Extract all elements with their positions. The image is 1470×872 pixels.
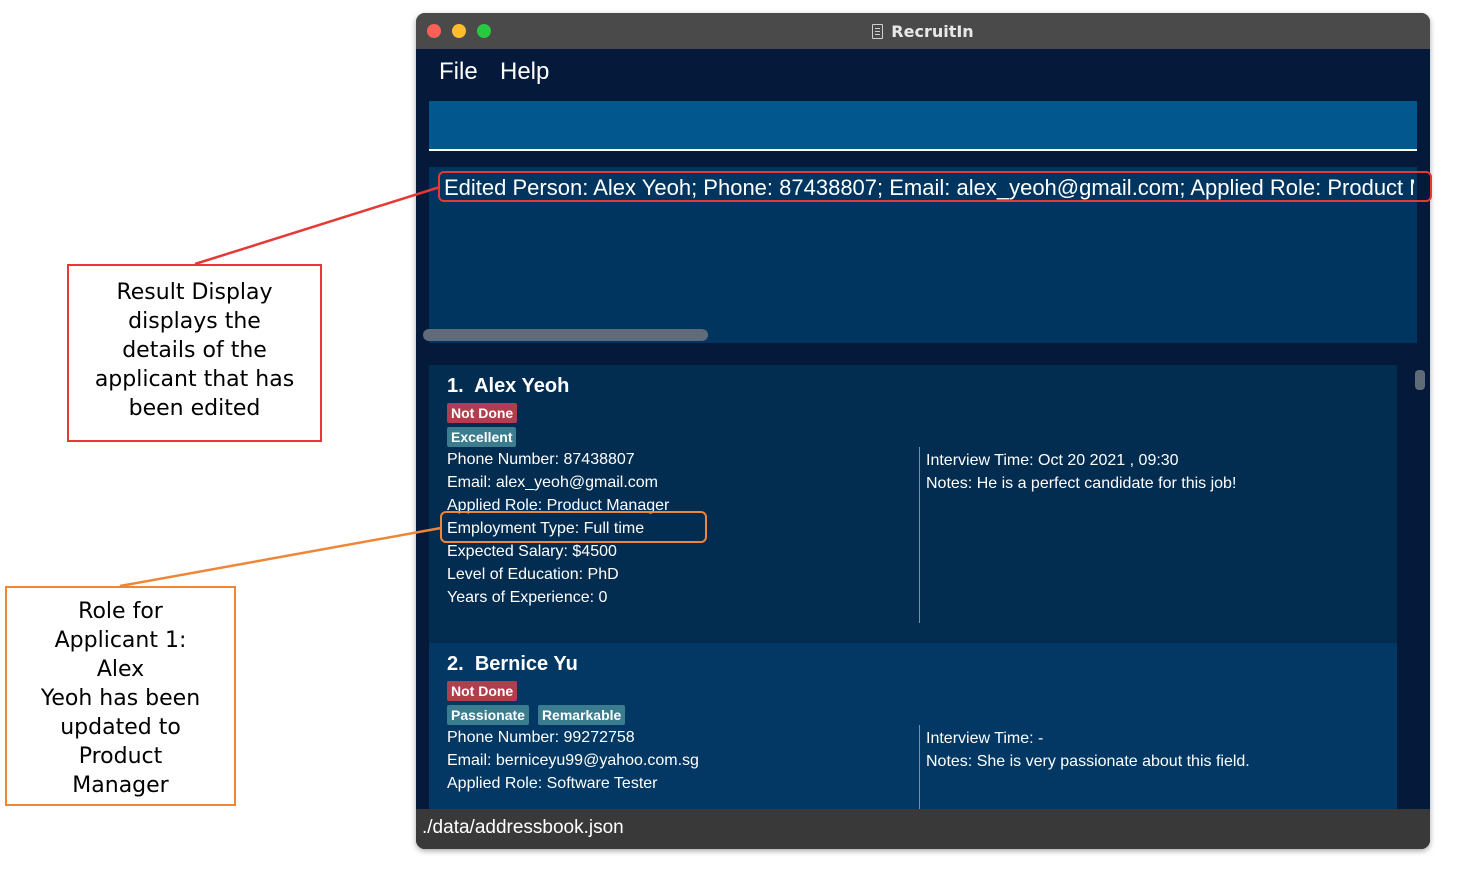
callout-line: Role for [78,599,163,624]
callout-line: updated to [60,715,181,740]
callout-line: Result Display [116,280,273,305]
result-display-callout: Result Display displays the details of t… [67,264,322,442]
callout-line: Alex [96,657,145,682]
result-highlight-box [438,171,1432,202]
callout-line: been edited [128,396,261,421]
employment-type-highlight-box [440,511,707,543]
role-connector-line [119,526,442,588]
callout-line: Applicant 1: [54,628,187,653]
callout-line: Manager [72,773,169,798]
result-connector-line [194,185,441,266]
callout-line: applicant that has [94,367,295,392]
callout-line: Product [78,744,163,769]
role-update-callout: Role for Applicant 1: Alex Yeoh has been… [5,586,236,806]
callout-line: Yeoh has been [40,686,201,711]
callout-line: displays the [128,309,261,334]
callout-line: details of the [122,338,267,363]
